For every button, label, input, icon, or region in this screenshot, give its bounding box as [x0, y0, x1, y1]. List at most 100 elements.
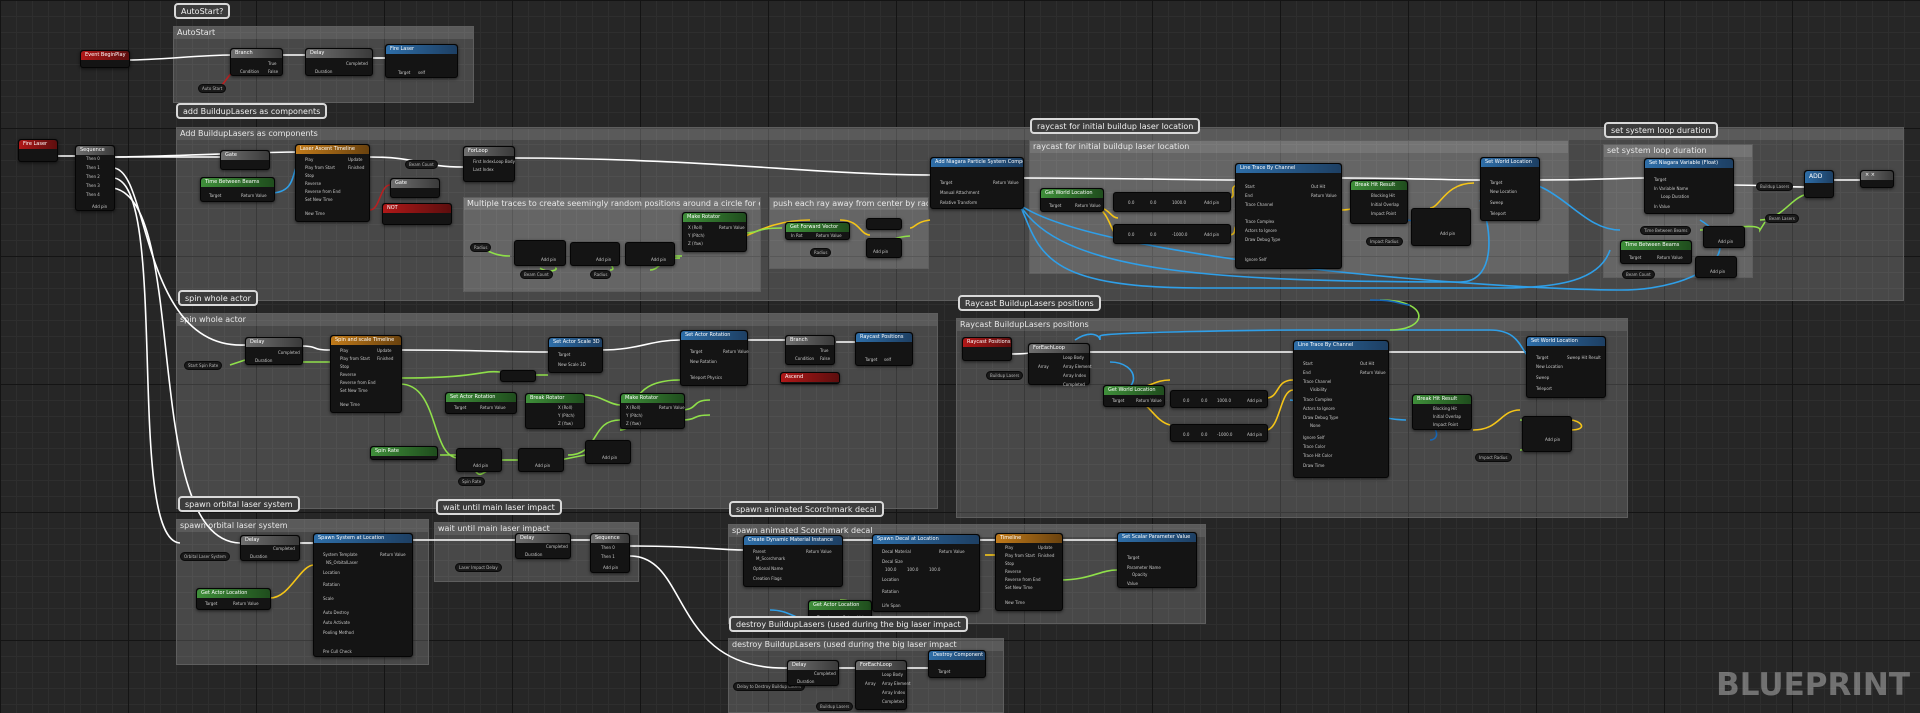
pin-v100-b[interactable]: 100.0	[907, 567, 918, 572]
mul-scale-node[interactable]	[500, 370, 536, 382]
var-spin-rate[interactable]: Spin Rate	[458, 477, 486, 486]
add-float-spin-b[interactable]: Add pin	[518, 448, 564, 472]
raycast-positions-event-node[interactable]: Raycast Positions	[962, 337, 1012, 361]
var-radius-a[interactable]: Radius	[470, 243, 492, 252]
pin-reverse[interactable]: Reverse	[340, 372, 356, 377]
pin-add-pin[interactable]: Add pin	[602, 455, 617, 460]
pin-then1[interactable]: Then 1	[601, 554, 615, 559]
pin-duration[interactable]: Duration	[797, 679, 814, 684]
pin-trace-channel[interactable]: Trace Channel	[1303, 379, 1331, 384]
pin-return-value[interactable]: Return Value	[241, 193, 267, 198]
pin-return-value[interactable]: Return Value	[723, 349, 749, 354]
delay-node-spin[interactable]: Delay Duration Completed	[245, 337, 303, 365]
not-node[interactable]: NOT	[382, 203, 452, 225]
pin-return-value[interactable]: Return Value	[816, 233, 842, 238]
for-each-loop-node-b[interactable]: ForEachLoop Array Loop Body Array Elemen…	[855, 660, 911, 710]
pin-creation-flags[interactable]: Creation Flags	[753, 576, 782, 581]
pin-loop-body[interactable]: Loop Body	[1063, 355, 1084, 360]
pin-array-element[interactable]: Array Element	[882, 681, 911, 686]
pin-play[interactable]: Play	[305, 157, 313, 162]
pin-trace-complex[interactable]: Trace Complex	[1245, 219, 1274, 224]
pin-completed[interactable]: Completed	[1063, 382, 1085, 387]
pin-return-value[interactable]: Return Value	[939, 549, 965, 554]
get-world-delta-node[interactable]: Spin Rate	[370, 446, 438, 460]
sequence-node[interactable]: Sequence Then 0 Then 1 Then 2 Then 3 The…	[75, 145, 115, 211]
pin-add-pin[interactable]: Add pin	[1204, 232, 1219, 237]
spawn-system-node[interactable]: Spawn System at Location System Template…	[313, 533, 413, 657]
create-dynamic-material-node[interactable]: Create Dynamic Material Instance Parent …	[743, 535, 843, 587]
pin-v1000-b[interactable]: 1000.0	[1217, 398, 1231, 403]
pin-manual-attachment[interactable]: Manual Attachment	[940, 190, 979, 195]
var-buildup-lasers-c[interactable]: Buildup Lasers	[816, 702, 854, 711]
pin-teleport[interactable]: Teleport	[1490, 211, 1506, 216]
pin-set-new-time[interactable]: Set New Time	[305, 197, 333, 202]
bubble-raycast-positions[interactable]: Raycast BuildupLasers positions	[958, 295, 1101, 311]
pin-then2[interactable]: Then 2	[86, 174, 100, 179]
pin-update[interactable]: Update	[348, 157, 363, 162]
pin-in-variable-name[interactable]: In Variable Name	[1654, 186, 1688, 191]
pin-out-hit[interactable]: Out Hit	[1311, 184, 1325, 189]
pin-finished[interactable]: Finished	[348, 165, 364, 170]
pin-system-template[interactable]: System Template	[323, 552, 357, 557]
pin-loop-body[interactable]: Loop Body	[882, 672, 903, 677]
pin-add-pin[interactable]: Add pin	[92, 204, 107, 209]
spin-timeline-node[interactable]: Spin and scale Timeline Play Play from S…	[330, 335, 402, 413]
add-array-node[interactable]: ADD	[1804, 170, 1834, 198]
raycast-positions-call-node[interactable]: Raycast Positions Target self	[855, 332, 913, 366]
make-rotator-node[interactable]: Make Rotator X (Roll) Y (Pitch) Z (Yaw) …	[682, 212, 747, 252]
mul-array-node[interactable]: × ×	[1860, 170, 1894, 188]
for-each-loop-node[interactable]: ForEachLoop Array Loop Body Array Elemen…	[1028, 343, 1092, 387]
add-float-spin-c[interactable]: Add pin	[585, 440, 631, 464]
pin-v0-g[interactable]: 0.0	[1183, 432, 1189, 437]
pin-value[interactable]: Value	[1127, 581, 1138, 586]
pin-trace-hit-color[interactable]: Trace Hit Color	[1303, 453, 1332, 458]
pin-end[interactable]: End	[1245, 193, 1253, 198]
pin-ignore-self[interactable]: Ignore Self	[1245, 257, 1267, 262]
pin-in-value[interactable]: In Value	[1654, 204, 1670, 209]
var-beam-lasers[interactable]: Beam Lasers	[1765, 214, 1799, 223]
pin-play-from-start[interactable]: Play from Start	[340, 356, 370, 361]
pin-auto-activate[interactable]: Auto Activate	[323, 620, 350, 625]
pin-target[interactable]: Target	[938, 669, 950, 674]
pin-trace-channel[interactable]: Trace Channel	[1245, 202, 1273, 207]
delay-node-impact[interactable]: Delay Duration Completed	[515, 533, 571, 559]
pin-life-span[interactable]: Life Span	[882, 603, 901, 608]
pin-return-value[interactable]: Return Value	[1136, 398, 1162, 403]
pin-new-scale[interactable]: New Scale 3D	[558, 362, 586, 367]
branch-node[interactable]: Branch Condition True False	[230, 48, 283, 76]
fire-laser-call-node[interactable]: Fire Laser Target self	[385, 44, 458, 78]
pin-new-location[interactable]: New Location	[1490, 189, 1517, 194]
pin-loop-body[interactable]: Loop Body	[494, 159, 515, 164]
var-impact-radius[interactable]: Impact Radius	[1366, 237, 1403, 246]
pin-target[interactable]: Target	[1629, 255, 1641, 260]
pin-then1[interactable]: Then 1	[86, 165, 100, 170]
pin-sweep[interactable]: Sweep	[1536, 375, 1549, 380]
pin-parent[interactable]: Parent	[753, 549, 766, 554]
pin-target[interactable]: Target	[209, 193, 221, 198]
var-beam-count-loop[interactable]: Beam Count	[1622, 270, 1655, 279]
pin-target[interactable]: Target	[865, 357, 877, 362]
bubble-spin[interactable]: spin whole actor	[178, 290, 258, 306]
pin-v0-d[interactable]: 0.0	[1150, 232, 1156, 237]
pin-return-value[interactable]: Return Value	[1075, 203, 1101, 208]
pin-new-time[interactable]: New Time	[340, 402, 360, 407]
pin-play-from-start[interactable]: Play from Start	[1005, 553, 1035, 558]
pin-array-element[interactable]: Array Element	[1063, 364, 1092, 369]
pin-add-pin[interactable]: Add pin	[603, 565, 618, 570]
pin-add-pin[interactable]: Add pin	[1440, 231, 1455, 236]
pin-reverse[interactable]: Reverse	[305, 181, 321, 186]
var-impact-radius-b[interactable]: Impact Radius	[1475, 453, 1512, 462]
pin-z[interactable]: Z (Yaw)	[688, 241, 703, 246]
var-orbital-system[interactable]: Orbital Laser System	[180, 552, 230, 561]
pin-add-pin[interactable]: Add pin	[1247, 398, 1262, 403]
pin-add-pin[interactable]: Add pin	[651, 257, 666, 262]
pin-in-rot[interactable]: In Rot	[791, 233, 803, 238]
get-world-location-node-b[interactable]: Get World Location Target Return Value	[1103, 385, 1165, 407]
pin-update[interactable]: Update	[377, 348, 392, 353]
pin-duration[interactable]: Duration	[315, 69, 332, 74]
pin-actors-to-ignore[interactable]: Actors to Ignore	[1245, 228, 1277, 233]
pin-teleport-physics[interactable]: Teleport Physics	[690, 375, 722, 380]
pin-end[interactable]: End	[1303, 370, 1311, 375]
pin-finished[interactable]: Finished	[1038, 553, 1054, 558]
pin-v0-h[interactable]: 0.0	[1201, 432, 1207, 437]
